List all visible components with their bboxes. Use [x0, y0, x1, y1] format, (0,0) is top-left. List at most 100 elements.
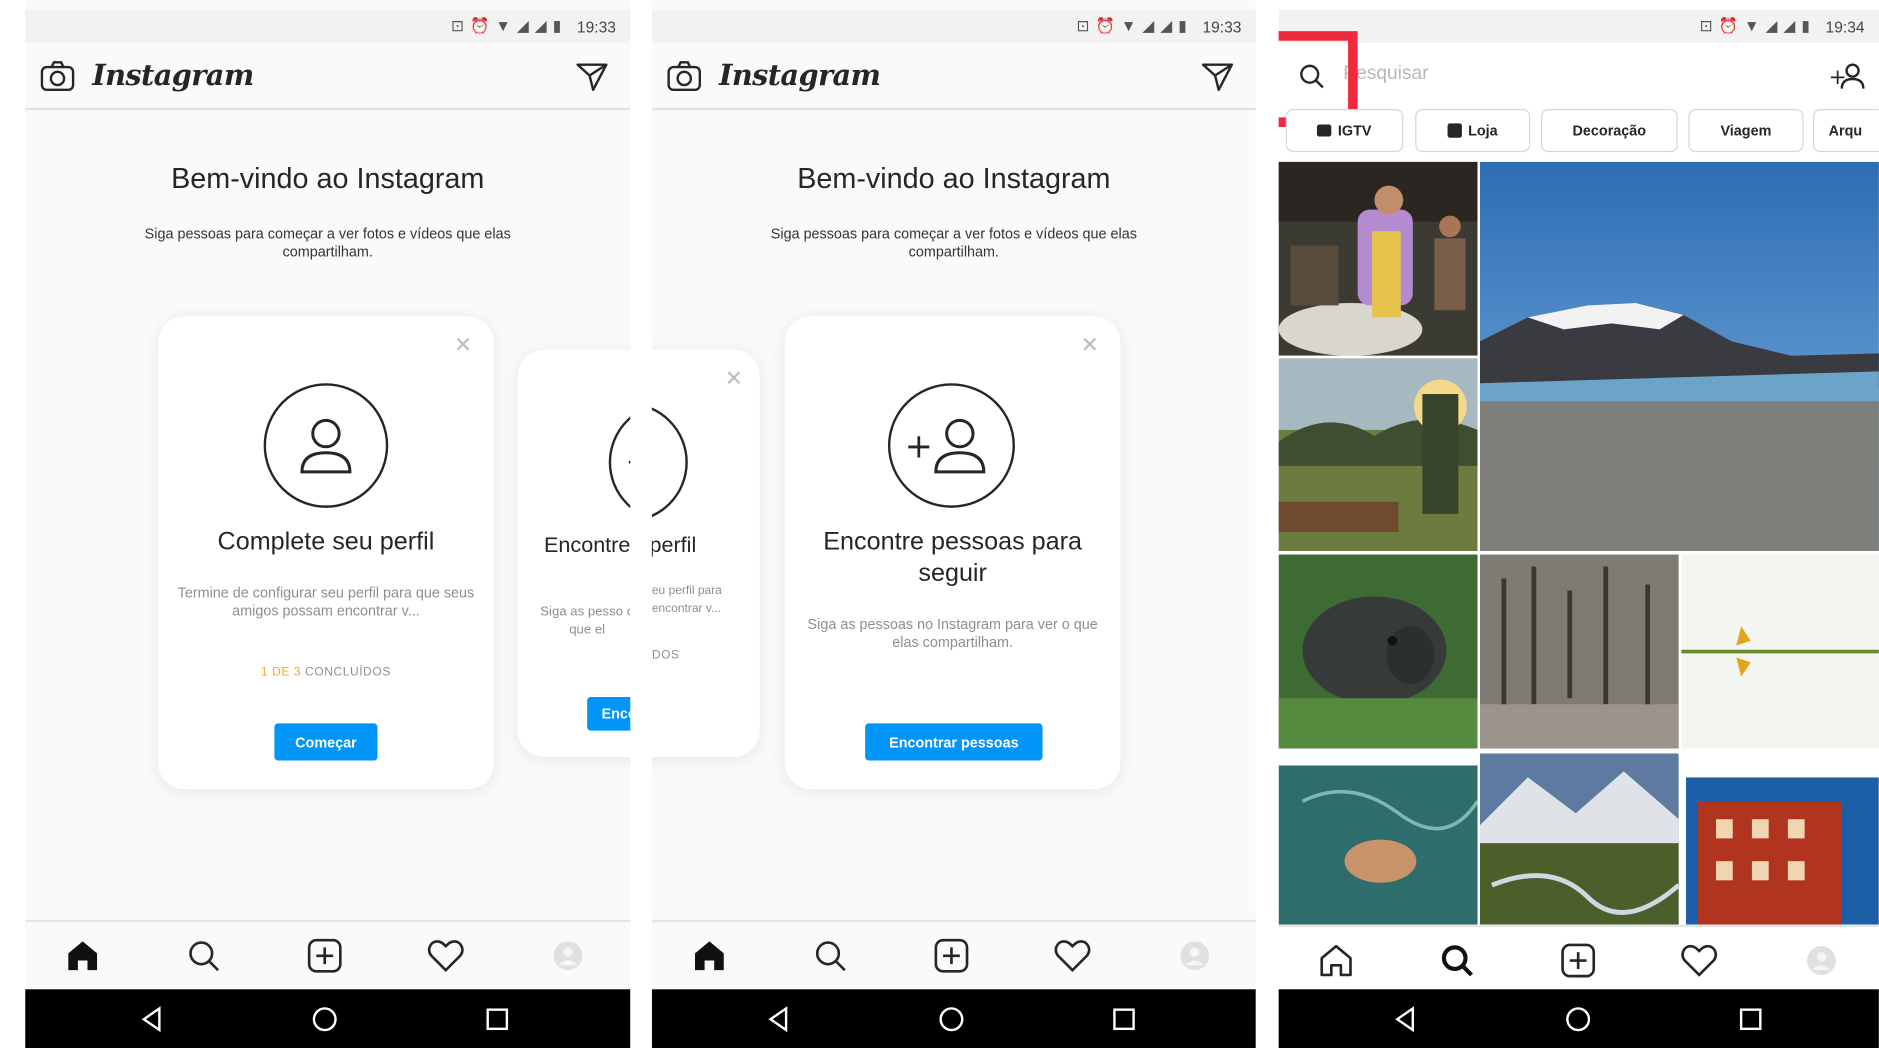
card-title: Complete seu perfil — [217, 528, 435, 556]
chip-decoracao[interactable]: Decoração — [1541, 108, 1678, 153]
top-bar: Instagram — [651, 43, 1256, 111]
status-bar: ⊡⏰▼◢◢▮ 19:34 — [1278, 9, 1879, 44]
chip-igtv[interactable]: IGTV — [1285, 108, 1404, 153]
direct-message-icon[interactable] — [1201, 60, 1235, 94]
explore-photo-red-building[interactable] — [1686, 777, 1879, 925]
profile-avatar-icon[interactable] — [1802, 941, 1840, 979]
profile-avatar-icon[interactable] — [1176, 937, 1214, 975]
explore-photo-swimmer[interactable] — [1278, 765, 1478, 925]
status-bar: ⊡⏰▼◢◢▮ 19:33 — [651, 9, 1256, 44]
explore-photo-mountain-beach[interactable] — [1479, 161, 1879, 551]
find-people-button-partial[interactable]: Enco — [587, 697, 631, 731]
heart-icon[interactable] — [1053, 937, 1091, 975]
progress-count: 1 DE 3 — [260, 665, 302, 680]
find-people-card: ✕ + Encontre pessoas para seguir Siga as… — [784, 316, 1121, 790]
heart-icon[interactable] — [427, 937, 465, 975]
recents-icon[interactable] — [1110, 1005, 1139, 1034]
direct-message-icon[interactable] — [575, 60, 609, 94]
status-time: 19:34 — [1825, 17, 1865, 36]
phone-screen-explore: ⊡⏰▼◢◢▮ 19:34 Pesquisar + IGTV Loja Decor… — [1278, 0, 1879, 1048]
new-post-icon[interactable] — [932, 937, 970, 975]
explore-photo-flower[interactable] — [1681, 554, 1879, 749]
add-person-icon: + — [887, 383, 1015, 508]
status-bar: ⊡⏰▼◢◢▮ 19:33 — [25, 9, 631, 44]
find-people-card-partial: + Encontre Siga as pesso o que el Enco — [517, 349, 631, 757]
search-icon[interactable] — [185, 937, 223, 975]
complete-profile-card-partial: ✕ perfil eu perfil para encontrar v... D… — [651, 349, 760, 757]
add-person-icon[interactable]: + — [1829, 60, 1867, 94]
complete-profile-card: ✕ Complete seu perfil Termine de configu… — [158, 316, 494, 790]
camera-icon[interactable] — [40, 60, 76, 94]
explore-photo-valley[interactable] — [1479, 753, 1679, 925]
close-icon[interactable]: ✕ — [1081, 333, 1099, 358]
phone-screen-home-2: ⊡⏰▼◢◢▮ 19:33 Instagram Bem-vindo ao Inst… — [651, 0, 1256, 1048]
new-post-icon[interactable] — [1559, 941, 1597, 979]
heart-icon[interactable] — [1680, 941, 1718, 979]
explore-photo-boar[interactable] — [1278, 554, 1478, 749]
svg-text:+: + — [626, 444, 631, 480]
progress-text-partial: DOS — [651, 649, 680, 663]
back-icon[interactable] — [138, 1005, 167, 1034]
instagram-logo: Instagram — [92, 57, 254, 93]
phone-screen-home-1: ⊡⏰▼◢◢▮ 19:33 Instagram Bem-vindo ao Inst… — [25, 0, 631, 1048]
search-icon[interactable] — [1438, 941, 1476, 979]
home-circle-icon[interactable] — [310, 1005, 339, 1034]
explore-photo-park[interactable] — [1278, 358, 1478, 551]
welcome-subtitle: Siga pessoas para começar a ver fotos e … — [770, 225, 1137, 260]
profile-avatar-icon[interactable] — [549, 937, 587, 975]
system-nav-bar — [651, 989, 1256, 1048]
igtv-icon — [1317, 124, 1332, 137]
progress-label: CONCLUÍDOS — [305, 665, 391, 680]
back-icon[interactable] — [1391, 1005, 1420, 1034]
status-time: 19:33 — [576, 17, 616, 36]
search-icon[interactable] — [811, 937, 849, 975]
status-icons: ⊡⏰▼◢◢▮ — [1699, 16, 1816, 35]
bottom-nav — [25, 919, 631, 990]
home-icon[interactable] — [1317, 941, 1355, 979]
card-description-partial: Siga as pesso o que el — [540, 604, 631, 638]
close-icon[interactable]: ✕ — [725, 366, 743, 391]
explore-photo-foggy-forest[interactable] — [1479, 554, 1679, 749]
screenshot-collage: ⊡⏰▼◢◢▮ 19:33 Instagram Bem-vindo ao Inst… — [0, 0, 1879, 1048]
bottom-nav — [1278, 924, 1879, 995]
chip-viagem[interactable]: Viagem — [1688, 108, 1804, 153]
camera-icon[interactable] — [666, 60, 702, 94]
card-description: Termine de configurar seu perfil para qu… — [177, 584, 475, 620]
status-time: 19:33 — [1202, 17, 1242, 36]
system-nav-bar — [1278, 989, 1879, 1048]
card-description-partial: eu perfil para encontrar v... — [651, 584, 722, 616]
home-icon[interactable] — [64, 937, 102, 975]
back-icon[interactable] — [765, 1005, 794, 1034]
recents-icon[interactable] — [483, 1005, 512, 1034]
close-icon[interactable]: ✕ — [454, 333, 472, 358]
card-title-partial: Encontre — [544, 532, 631, 557]
top-bar: Instagram — [25, 43, 631, 111]
svg-text:+: + — [905, 427, 933, 466]
home-circle-icon[interactable] — [937, 1005, 966, 1034]
card-title-partial: perfil — [651, 532, 697, 557]
bottom-nav — [651, 919, 1256, 990]
instagram-logo: Instagram — [718, 57, 881, 93]
status-icons: ⊡⏰▼◢◢▮ — [450, 16, 568, 35]
status-icons: ⊡⏰▼◢◢▮ — [1076, 16, 1193, 35]
recents-icon[interactable] — [1736, 1005, 1765, 1034]
chip-loja[interactable]: Loja — [1415, 108, 1531, 153]
add-person-avatar-icon: + — [608, 402, 631, 523]
progress-text: 1 DE 3 CONCLUÍDOS — [158, 666, 494, 679]
system-nav-bar — [25, 989, 631, 1048]
home-icon[interactable] — [690, 937, 728, 975]
profile-avatar-icon-partial — [651, 402, 688, 523]
card-description: Siga as pessoas no Instagram para ver o … — [807, 615, 1098, 651]
new-post-icon[interactable] — [306, 937, 344, 975]
profile-avatar-icon — [263, 383, 389, 508]
welcome-title: Bem-vindo ao Instagram — [171, 162, 485, 196]
card-title: Encontre pessoas para seguir — [823, 528, 1083, 587]
home-circle-icon[interactable] — [1564, 1005, 1593, 1034]
chip-arqu[interactable]: Arqu — [1813, 108, 1879, 153]
start-button[interactable]: Começar — [274, 723, 378, 761]
search-bar: Pesquisar + — [1278, 31, 1879, 127]
welcome-subtitle: Siga pessoas para começar a ver fotos e … — [144, 225, 511, 260]
shop-bag-icon — [1447, 123, 1463, 138]
explore-photo-cook[interactable] — [1278, 161, 1478, 356]
find-people-button[interactable]: Encontrar pessoas — [865, 723, 1043, 761]
